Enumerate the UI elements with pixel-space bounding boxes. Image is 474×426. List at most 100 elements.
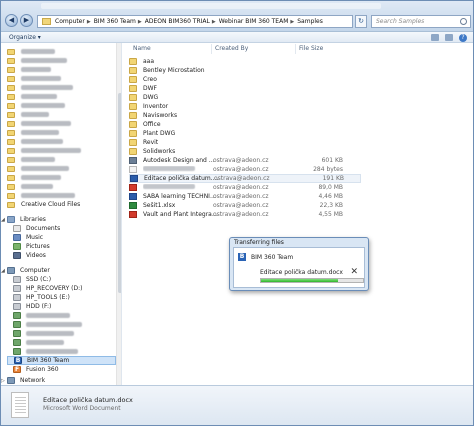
file-row[interactable]: Vault and Plant Integratio... ostrava@ade… <box>129 210 361 219</box>
nav-network-drive[interactable] <box>7 311 121 320</box>
nav-folder[interactable] <box>1 92 116 101</box>
folder-icon <box>7 102 15 109</box>
file-created-by: ostrava@adeon.cz <box>213 211 269 218</box>
folder-row[interactable]: Office <box>129 120 361 129</box>
file-row[interactable]: Editace polička datum.docx ostrava@adeon.… <box>129 174 361 183</box>
nav-network-drive[interactable] <box>7 320 121 329</box>
blurred-label <box>21 148 81 153</box>
file-row[interactable]: Autodesk Design and Me... ostrava@adeon.c… <box>129 156 361 165</box>
nav-folder[interactable] <box>1 164 116 173</box>
nav-folder[interactable] <box>1 191 116 200</box>
bim360-icon: B <box>238 253 246 261</box>
folder-icon <box>7 147 15 154</box>
nav-folder[interactable] <box>1 119 116 128</box>
chevron-right-icon[interactable]: ▶ <box>87 19 91 25</box>
nav-bim360-team[interactable]: B BIM 360 Team <box>7 356 116 365</box>
close-icon[interactable]: ✕ <box>350 268 358 277</box>
breadcrumb-computer[interactable]: Computer <box>55 18 85 25</box>
folder-row[interactable]: Navisworks <box>129 111 361 120</box>
nav-documents[interactable]: Documents <box>7 224 121 233</box>
back-button[interactable]: ◀ <box>5 14 18 27</box>
nav-drive-ssd[interactable]: SSD (C:) <box>7 275 121 284</box>
blank-file-icon <box>129 166 137 173</box>
scroll-thumb[interactable] <box>118 93 121 293</box>
nav-computer[interactable]: ◢ Computer <box>1 266 116 275</box>
document-thumbnail <box>11 392 29 418</box>
folder-row[interactable]: DWG <box>129 93 361 102</box>
file-row[interactable]: ostrava@adeon.cz 284 bytes <box>129 165 361 174</box>
folder-row[interactable]: Revit <box>129 138 361 147</box>
nav-label: Creative Cloud Files <box>21 201 81 208</box>
column-header-file-size[interactable]: File Size <box>299 45 323 54</box>
folder-icon <box>7 57 15 64</box>
nav-drive-hdd[interactable]: HDD (F:) <box>7 302 121 311</box>
nav-network[interactable]: ▷ Network <box>1 376 116 385</box>
nav-drive-hp-tools[interactable]: HP_TOOLS (E:) <box>7 293 121 302</box>
nav-network-drive[interactable] <box>7 329 121 338</box>
search-input[interactable]: Search Samples <box>371 15 471 28</box>
folder-row[interactable]: Plant DWG <box>129 129 361 138</box>
chevron-right-icon[interactable]: ▶ <box>212 19 216 25</box>
nav-pictures[interactable]: Pictures <box>7 242 121 251</box>
column-header-created-by[interactable]: Created By <box>215 45 248 54</box>
nav-network-drive[interactable] <box>7 338 121 347</box>
view-options-icon[interactable] <box>431 34 439 41</box>
chevron-right-icon[interactable]: ▶ <box>290 19 294 25</box>
nav-folder[interactable] <box>1 74 116 83</box>
preview-pane-icon[interactable] <box>445 34 453 41</box>
folder-icon <box>129 148 137 155</box>
nav-creative-cloud[interactable]: Creative Cloud Files <box>1 200 116 209</box>
nav-folder[interactable] <box>1 182 116 191</box>
column-divider[interactable] <box>295 44 296 54</box>
nav-folder[interactable] <box>1 128 116 137</box>
doc-file-icon <box>130 175 138 182</box>
network-drive-icon <box>13 312 21 319</box>
file-name <box>143 184 219 191</box>
blurred-label <box>21 49 55 54</box>
nav-folder[interactable] <box>1 155 116 164</box>
nav-folder[interactable] <box>1 146 116 155</box>
folder-row[interactable]: Bentley Microstation <box>129 66 361 75</box>
nav-folder[interactable] <box>1 137 116 146</box>
nav-scrollbar[interactable] <box>116 43 121 385</box>
folder-row[interactable]: DWF <box>129 84 361 93</box>
column-header-name[interactable]: Name <box>133 45 151 54</box>
nav-videos[interactable]: Videos <box>7 251 121 260</box>
folder-row[interactable]: Solidworks <box>129 147 361 156</box>
nav-folder[interactable] <box>1 83 116 92</box>
organize-button[interactable]: Organize ▾ <box>9 34 41 41</box>
refresh-button[interactable]: ↻ <box>355 15 367 28</box>
network-icon <box>7 377 15 384</box>
folder-row[interactable]: Inventor <box>129 102 361 111</box>
breadcrumb-samples[interactable]: Samples <box>297 18 323 25</box>
nav-folder[interactable] <box>1 56 116 65</box>
nav-folder[interactable] <box>1 173 116 182</box>
file-row[interactable]: ostrava@adeon.cz 89,0 MB <box>129 183 361 192</box>
address-bar[interactable]: Computer ▶ BIM 360 Team ▶ ADEON BIM360 T… <box>37 15 353 28</box>
nav-folder[interactable] <box>1 65 116 74</box>
file-name: Autodesk Design and Me... <box>143 157 219 164</box>
breadcrumb-adeon-trial[interactable]: ADEON BIM360 TRIAL <box>145 18 210 25</box>
chevron-right-icon[interactable]: ▶ <box>138 19 142 25</box>
blurred-label <box>21 85 73 90</box>
file-row[interactable]: Sešit1.xlsx ostrava@adeon.cz 22,3 KB <box>129 201 361 210</box>
folder-row[interactable]: aaa <box>129 57 361 66</box>
nav-libraries[interactable]: ◢ Libraries <box>1 215 116 224</box>
nav-folder[interactable] <box>1 101 116 110</box>
help-icon[interactable]: ? <box>459 34 467 42</box>
pictures-icon <box>13 243 21 250</box>
breadcrumb-bim360-team[interactable]: BIM 360 Team <box>94 18 136 25</box>
nav-label: HP_TOOLS (E:) <box>26 294 70 301</box>
nav-drive-hp-recovery[interactable]: HP_RECOVERY (D:) <box>7 284 121 293</box>
column-divider[interactable] <box>211 44 212 54</box>
breadcrumb-webinar[interactable]: Webinar BIM 360 TEAM <box>219 18 289 25</box>
forward-button[interactable]: ▶ <box>20 14 33 27</box>
nav-network-drive[interactable] <box>7 347 121 356</box>
nav-fusion360[interactable]: F Fusion 360 <box>7 365 121 374</box>
folder-row[interactable]: Creo <box>129 75 361 84</box>
file-row[interactable]: SABA learning TECHNICA... ostrava@adeon.c… <box>129 192 361 201</box>
nav-folder[interactable] <box>1 47 116 56</box>
file-created-by: ostrava@adeon.cz <box>213 184 269 191</box>
nav-folder[interactable] <box>1 110 116 119</box>
nav-music[interactable]: Music <box>7 233 121 242</box>
